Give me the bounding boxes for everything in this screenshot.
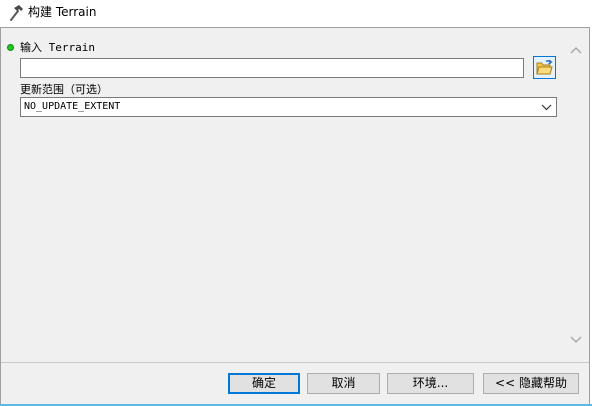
folder-open-icon [536,60,553,75]
required-indicator-icon [7,44,14,51]
hammer-icon [10,5,23,21]
footer-divider [1,362,589,363]
update-extent-label: 更新范围（可选） [20,83,108,96]
chevron-up-icon [570,47,582,54]
window-title: 构建 Terrain [28,5,97,19]
input-terrain-field[interactable] [20,58,524,78]
update-extent-dropdown[interactable]: NO_UPDATE_EXTENT [20,97,557,117]
input-terrain-label: 输入 Terrain [20,41,95,54]
update-extent-value: NO_UPDATE_EXTENT [24,101,121,112]
ok-button[interactable]: 确定 [228,373,300,394]
tool-dialog-body: 输入 Terrain 更新范围（可选） NO_UPDATE_EXTENT 确定 … [0,27,590,406]
browse-button[interactable] [533,56,556,79]
scroll-down-button[interactable] [563,330,589,350]
hide-help-button[interactable]: << 隐藏帮助 [483,373,579,394]
chevron-down-icon [570,336,582,343]
environments-button[interactable]: 环境... [387,373,474,394]
cancel-button[interactable]: 取消 [307,373,380,394]
vertical-scrollbar[interactable] [563,28,589,362]
chevron-down-icon [541,104,552,111]
title-bar: 构建 Terrain [0,0,592,27]
scroll-up-button[interactable] [563,40,589,60]
